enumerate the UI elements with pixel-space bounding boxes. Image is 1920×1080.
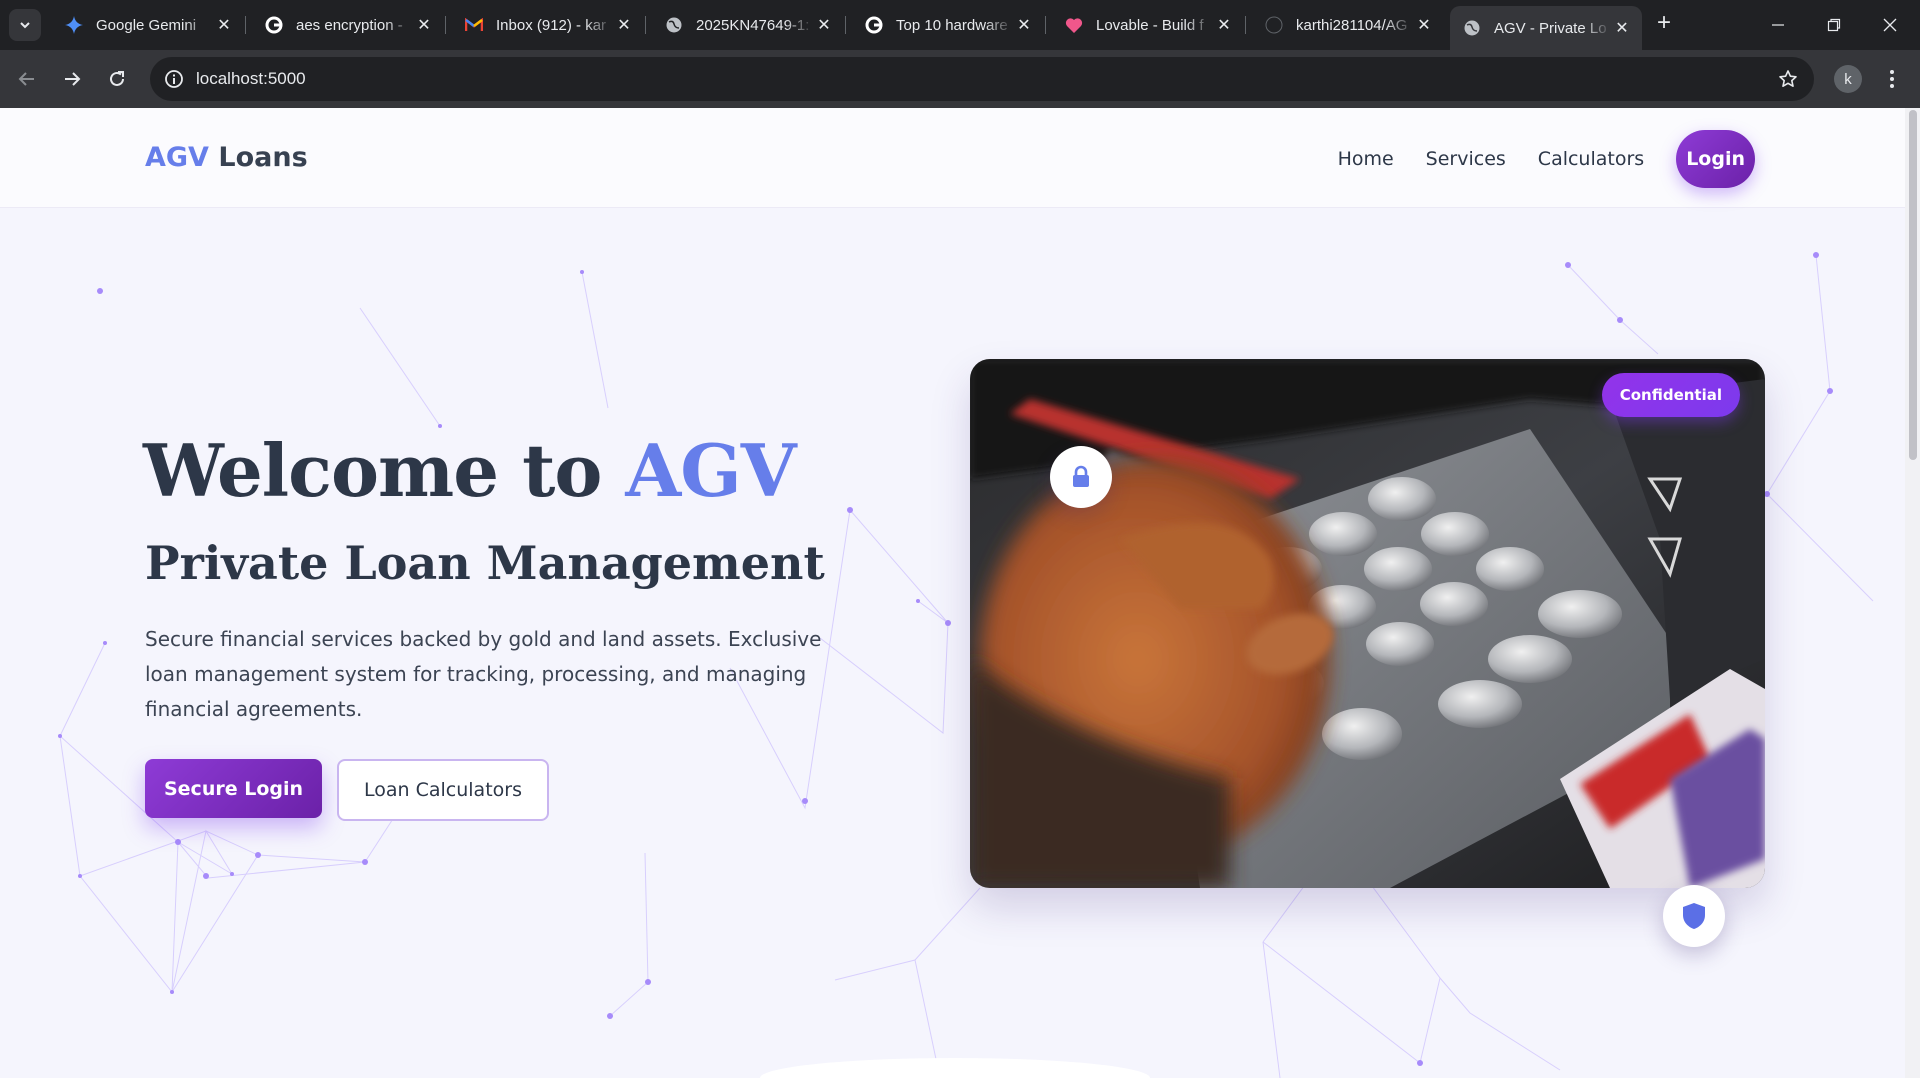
close-icon[interactable]: ✕	[1414, 15, 1434, 35]
site-logo[interactable]: AGV Loans	[145, 142, 308, 173]
tab-title: Lovable - Build f	[1096, 16, 1204, 34]
hero-description: Secure financial services backed by gold…	[145, 627, 822, 721]
globe-icon	[664, 15, 684, 35]
close-icon	[1883, 18, 1897, 32]
tab-title: karthi281104/AG	[1296, 16, 1408, 34]
nav-services-link[interactable]: Services	[1426, 148, 1506, 170]
close-icon[interactable]: ✕	[1612, 18, 1632, 38]
hero-title-prefix: Welcome to	[143, 428, 626, 513]
reload-button[interactable]	[100, 62, 134, 96]
globe-icon	[1462, 18, 1482, 38]
close-icon[interactable]: ✕	[614, 15, 634, 35]
close-window-button[interactable]	[1862, 0, 1918, 50]
site-header: AGV Loans Home Services Calculators Logi…	[0, 108, 1905, 208]
hero-image-card: Confidential	[970, 359, 1765, 888]
reload-icon	[110, 71, 124, 86]
minimize-button[interactable]	[1750, 0, 1806, 50]
lock-badge	[1050, 446, 1112, 508]
browser-tab-strip: Google Gemini ✕ aes encryption - ✕ Inbox…	[0, 0, 1920, 50]
google-icon	[864, 15, 884, 35]
minimize-icon	[1772, 24, 1784, 26]
main-nav: Home Services Calculators Login	[1338, 130, 1755, 188]
browser-toolbar: localhost:5000 k	[0, 50, 1920, 108]
forward-button[interactable]	[55, 62, 89, 96]
tab-agv-private-loans[interactable]: AGV - Private Lo ✕	[1450, 6, 1642, 50]
tab-google-gemini[interactable]: Google Gemini ✕	[52, 8, 244, 42]
close-icon[interactable]: ✕	[214, 15, 234, 35]
scrollbar-thumb[interactable]	[1909, 110, 1917, 460]
gmail-icon	[464, 15, 484, 35]
arrow-right-icon	[65, 72, 81, 86]
tab-title: Top 10 hardware	[896, 16, 1008, 34]
arrow-left-icon	[18, 72, 34, 86]
chevron-down-icon	[20, 22, 30, 29]
back-button[interactable]	[10, 62, 44, 96]
new-tab-button[interactable]: +	[1650, 10, 1678, 38]
site-info-icon[interactable]	[162, 67, 186, 91]
tab-title: aes encryption -	[296, 16, 403, 34]
bookmark-star-icon[interactable]	[1776, 67, 1800, 91]
tab-github[interactable]: karthi281104/AG ✕	[1252, 8, 1444, 42]
restore-button[interactable]	[1806, 0, 1862, 50]
close-icon[interactable]: ✕	[1014, 15, 1034, 35]
address-bar[interactable]: localhost:5000	[150, 57, 1814, 101]
close-icon[interactable]: ✕	[414, 15, 434, 35]
tab-gmail-inbox[interactable]: Inbox (912) - kar ✕	[452, 8, 644, 42]
tab-title: AGV - Private Lo	[1494, 19, 1607, 37]
page-scrollbar[interactable]	[1905, 108, 1920, 1078]
tab-2025kn[interactable]: 2025KN47649-1: ✕	[652, 8, 844, 42]
tab-lovable[interactable]: Lovable - Build f ✕	[1052, 8, 1244, 42]
confidential-badge: Confidential	[1601, 373, 1740, 417]
nav-login-button[interactable]: Login	[1676, 130, 1755, 188]
lovable-icon	[1064, 15, 1084, 35]
browser-menu-icon[interactable]	[1878, 65, 1906, 93]
tab-aes-encryption[interactable]: aes encryption - ✕	[252, 8, 444, 42]
tab-search-button[interactable]	[9, 9, 41, 41]
tab-title: 2025KN47649-1:	[696, 16, 810, 34]
google-icon	[264, 15, 284, 35]
logo-accent: AGV	[145, 142, 209, 173]
lock-icon	[1073, 465, 1089, 487]
nav-home-link[interactable]: Home	[1338, 148, 1394, 170]
github-icon	[1264, 15, 1284, 35]
tab-title: Inbox (912) - kar	[496, 16, 607, 34]
shield-badge	[1663, 885, 1725, 947]
loan-calculators-button[interactable]: Loan Calculators	[337, 759, 549, 821]
logo-text: Loans	[208, 142, 308, 173]
atm-keypad-photo	[970, 359, 1765, 888]
hero-subtitle: Private Loan Management	[145, 536, 825, 590]
hero-title: Welcome to AGV	[143, 428, 797, 513]
tab-title: Google Gemini	[96, 16, 197, 34]
nav-calculators-link[interactable]: Calculators	[1538, 148, 1644, 170]
restore-icon	[1827, 18, 1841, 32]
hero-title-accent: AGV	[625, 428, 796, 513]
close-icon[interactable]: ✕	[1214, 15, 1234, 35]
profile-avatar[interactable]: k	[1834, 65, 1862, 93]
close-icon[interactable]: ✕	[814, 15, 834, 35]
page-viewport: AGV Loans Home Services Calculators Logi…	[0, 108, 1920, 1078]
gemini-icon	[64, 15, 84, 35]
url-text[interactable]: localhost:5000	[196, 69, 306, 89]
shield-icon	[1683, 903, 1705, 929]
secure-login-button[interactable]: Secure Login	[145, 759, 322, 818]
tab-top-10-hardware[interactable]: Top 10 hardware ✕	[852, 8, 1044, 42]
